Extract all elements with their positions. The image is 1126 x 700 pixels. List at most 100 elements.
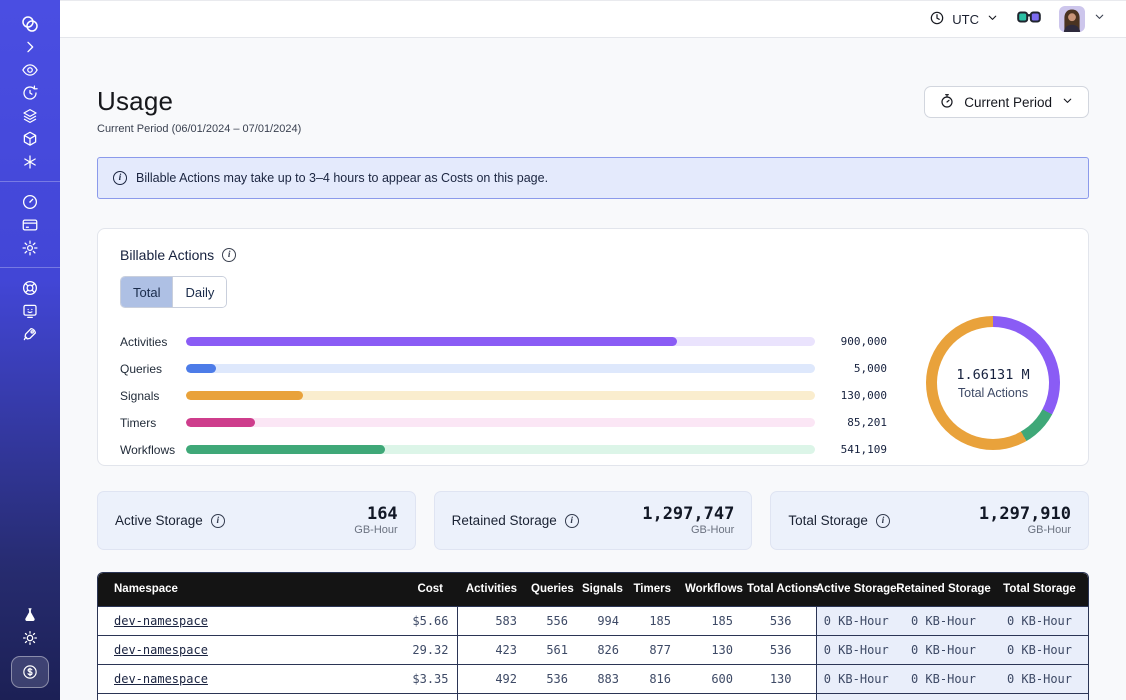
billable-actions-title: Billable Actions xyxy=(120,247,214,263)
sidebar-item-support[interactable] xyxy=(12,279,48,297)
table-cell xyxy=(341,693,457,700)
gauge-icon xyxy=(21,193,39,211)
usage-bar-row-timers: Timers 85,201 xyxy=(120,409,887,436)
bar-label: Queries xyxy=(120,362,186,376)
usage-table: NamespaceCostActivitiesQueriesSignalsTim… xyxy=(97,572,1089,700)
bar-value: 5,000 xyxy=(815,362,887,375)
bar-fill xyxy=(186,418,255,427)
table-cell: $3.35 xyxy=(341,664,457,693)
sidebar-divider xyxy=(0,181,60,182)
credit-card-icon xyxy=(21,216,39,234)
table-cell: 130 xyxy=(747,664,816,693)
sidebar-item-nexus[interactable] xyxy=(12,153,48,171)
total-storage-value: 1,297,910 xyxy=(979,505,1071,524)
namespace-link[interactable]: dev-namespace xyxy=(114,672,208,686)
billable-tabs: Total Daily xyxy=(120,276,227,308)
retry-clock-icon xyxy=(21,84,39,102)
kiosk-icon xyxy=(21,302,39,320)
column-header-cost: Cost xyxy=(341,573,457,606)
info-icon[interactable]: i xyxy=(565,514,579,528)
bar-track xyxy=(186,445,815,454)
table-cell: 0 KB-Hour xyxy=(896,664,991,693)
timezone-selector[interactable]: UTC xyxy=(929,10,999,29)
tab-daily[interactable]: Daily xyxy=(172,277,226,307)
retained-storage-label: Retained Storage xyxy=(452,513,557,528)
bar-track xyxy=(186,337,815,346)
page-subtitle: Current Period (06/01/2024 – 07/01/2024) xyxy=(97,123,301,135)
sidebar-item-billing[interactable] xyxy=(12,216,48,234)
sidebar-item-theme-toggle[interactable] xyxy=(12,629,48,647)
table-cell xyxy=(991,693,1088,700)
table-cell: 0 KB-Hour xyxy=(816,606,896,635)
usage-bar-row-activities: Activities900,000 xyxy=(120,328,887,355)
asterisk-icon xyxy=(21,153,39,171)
main-area: UTC Usage xyxy=(60,0,1126,700)
sidebar-item-cli[interactable] xyxy=(12,302,48,320)
bar-value: 130,000 xyxy=(815,389,887,402)
page-title: Usage xyxy=(97,86,301,116)
active-storage-value: 164 xyxy=(354,505,397,524)
sidebar-item-usage[interactable] xyxy=(12,193,48,211)
stopwatch-icon xyxy=(939,93,955,112)
usage-bar-row-signals: Signals 130,000 xyxy=(120,382,887,409)
active-storage-label: Active Storage xyxy=(115,513,203,528)
active-storage-unit: GB-Hour xyxy=(354,524,397,537)
flask-icon xyxy=(21,606,39,624)
sidebar-item-namespaces[interactable] xyxy=(12,61,48,79)
column-header-activities: Activities xyxy=(457,573,531,606)
table-cell: 130 xyxy=(685,635,747,664)
sidebar xyxy=(0,0,60,700)
sidebar-item-cloud-spend[interactable] xyxy=(11,656,49,688)
table-cell: 0 KB-Hour xyxy=(816,664,896,693)
account-menu[interactable] xyxy=(1059,6,1106,32)
table-row: dev-namespace29.324235618268771305360 KB… xyxy=(98,635,1088,664)
namespace-cell: dev-namespace xyxy=(98,635,341,664)
chevron-down-icon xyxy=(1093,10,1106,28)
bar-track xyxy=(186,364,815,373)
table-cell xyxy=(531,693,582,700)
table-cell xyxy=(633,693,685,700)
banner-text: Billable Actions may take up to 3–4 hour… xyxy=(136,171,548,185)
bar-label: Workflows xyxy=(120,443,186,457)
info-icon[interactable]: i xyxy=(222,248,236,262)
bar-fill xyxy=(186,337,677,346)
total-storage-label: Total Storage xyxy=(788,513,868,528)
bar-fill xyxy=(186,391,303,400)
chevron-right-icon xyxy=(22,39,38,55)
namespace-link[interactable]: dev-namespace xyxy=(114,614,208,628)
info-icon[interactable]: i xyxy=(211,514,225,528)
table-cell: 816 xyxy=(633,664,685,693)
sidebar-item-schedules[interactable] xyxy=(12,84,48,102)
sidebar-item-labs[interactable] xyxy=(12,606,48,624)
sidebar-item-expand[interactable] xyxy=(12,38,48,56)
period-selector[interactable]: Current Period xyxy=(924,86,1089,118)
sidebar-item-getting-started[interactable] xyxy=(12,325,48,343)
table-cell xyxy=(685,693,747,700)
sidebar-item-batch-operations[interactable] xyxy=(12,107,48,125)
table-cell xyxy=(98,693,341,700)
table-row: dev-namespace$5.665835569941851855360 KB… xyxy=(98,606,1088,635)
total-storage-card: Total Storage i 1,297,910 GB-Hour xyxy=(770,491,1089,550)
table-cell: 994 xyxy=(582,606,633,635)
info-icon[interactable]: i xyxy=(876,514,890,528)
bar-value: 541,109 xyxy=(815,443,887,456)
bar-label: Signals xyxy=(120,389,186,403)
sidebar-item-temporal-logo[interactable] xyxy=(12,15,48,33)
sidebar-item-deployments[interactable] xyxy=(12,130,48,148)
table-cell: 0 KB-Hour xyxy=(991,606,1088,635)
app-window: UTC Usage xyxy=(0,0,1126,700)
retained-storage-value: 1,297,747 xyxy=(642,505,734,524)
bar-value: 85,201 xyxy=(815,416,887,429)
glasses-button[interactable] xyxy=(1017,10,1041,28)
column-header-signals: Signals xyxy=(582,573,633,606)
table-cell: 29.32 xyxy=(341,635,457,664)
table-cell: 0 KB-Hour xyxy=(816,635,896,664)
tab-total[interactable]: Total xyxy=(121,277,172,307)
total-actions-label: Total Actions xyxy=(958,386,1028,400)
bar-label: Timers xyxy=(120,416,186,430)
table-cell: 826 xyxy=(582,635,633,664)
table-cell: 561 xyxy=(531,635,582,664)
sidebar-item-settings[interactable] xyxy=(12,239,48,257)
namespace-link[interactable]: dev-namespace xyxy=(114,643,208,657)
table-cell: 536 xyxy=(747,635,816,664)
